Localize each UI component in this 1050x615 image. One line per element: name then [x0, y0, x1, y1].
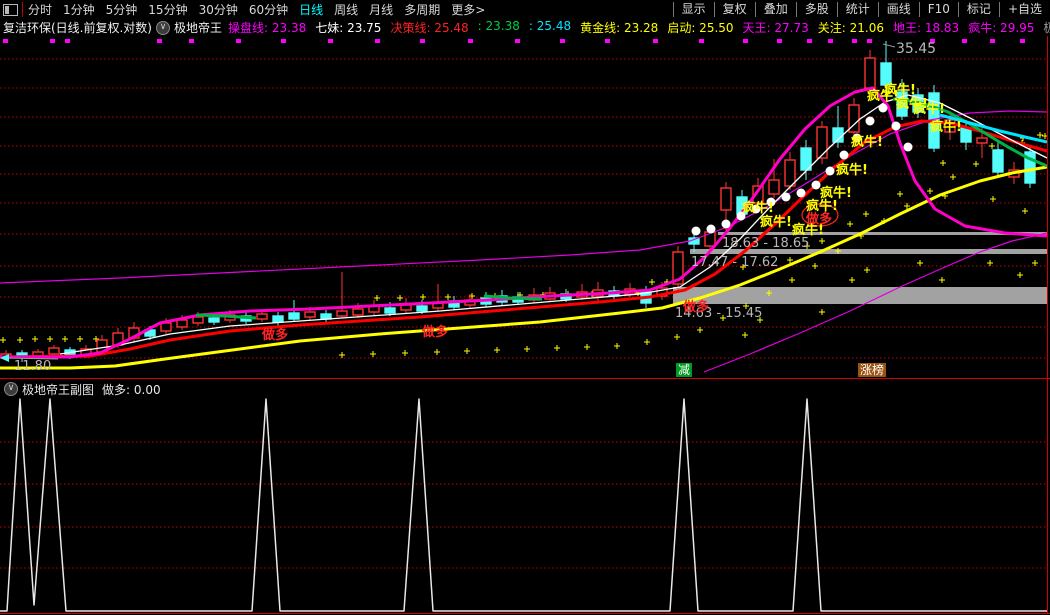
indicator-info-bar: 复洁环保(日线.前复权.对数) ∨ 极地帝王 操盘线: 23.38 七妹: 23.…	[0, 19, 1050, 36]
ma-lines-layer	[0, 86, 1048, 373]
indicator-value-4: : 25.48	[528, 19, 572, 33]
subchart-grid-layer	[0, 441, 1047, 569]
display-button[interactable]: 显示	[672, 2, 714, 17]
multi-stock-button[interactable]: 多股	[795, 2, 837, 17]
period-tab-10[interactable]: 更多>	[451, 1, 485, 18]
subchart-collapse-icon[interactable]: ∨	[4, 382, 18, 396]
period-tab-0[interactable]: 分时	[28, 1, 52, 18]
indicator-value-7: 天王: 27.73	[742, 21, 809, 35]
period-tabs: 分时 1分钟 5分钟 15分钟 30分钟 60分钟 日线 周线 月线 多周期 更多>	[28, 1, 485, 18]
draw-line-button[interactable]: 画线	[877, 2, 919, 17]
indicator-value-10: 疯牛: 29.95	[968, 21, 1035, 35]
support-zone-layer	[673, 232, 1047, 304]
subchart-header: ∨ 极地帝王副图 做多: 0.00	[0, 381, 1050, 397]
period-tab-9[interactable]: 多周期	[404, 1, 440, 18]
indicator-value-2: 决策线: 25.48	[390, 21, 469, 35]
indicator-name: 极地帝王	[174, 21, 223, 35]
indicator-value-3: : 23.38	[477, 19, 520, 33]
grid-layer	[0, 58, 1047, 359]
overlay-button[interactable]: 叠加	[754, 2, 796, 17]
indicator-value-9: 地王: 18.83	[892, 21, 960, 35]
envelope-upper	[0, 110, 1048, 284]
new-high-dots-layer	[3, 39, 1025, 43]
candles-layer	[0, 41, 1036, 362]
indicator-value-6: 启动: 25.50	[667, 21, 734, 35]
period-tab-6[interactable]: 日线	[299, 1, 323, 18]
indicator-value-11: 极地: 16.61	[1043, 21, 1050, 35]
period-tab-5[interactable]: 60分钟	[249, 1, 288, 18]
top-toolbar: 分时 1分钟 5分钟 15分钟 30分钟 60分钟 日线 周线 月线 多周期 更多> 显示 复权 叠加多…	[0, 0, 1050, 19]
indicator-value-0: 操盘线: 23.38	[228, 21, 307, 35]
signal-spikes-layer	[0, 398, 1047, 612]
subchart-value: 做多: 0.00	[102, 382, 161, 397]
period-tab-3[interactable]: 15分钟	[148, 1, 187, 18]
adjust-button[interactable]: 复权	[713, 2, 755, 17]
indicator-value-8: 关注: 21.06	[817, 21, 884, 35]
stock-title: 复洁环保(日线.前复权.对数)	[3, 21, 152, 35]
mark-button[interactable]: 标记	[957, 2, 999, 17]
bottom-border	[0, 613, 1050, 614]
toolbar-separator	[22, 2, 23, 17]
collapse-icon[interactable]: ∨	[156, 20, 170, 35]
golden-line	[0, 165, 1048, 370]
decision-line	[0, 119, 1048, 359]
add-watchlist-button[interactable]: +自选	[998, 2, 1050, 17]
main-chart-bottom-border	[0, 378, 1050, 379]
subchart-area[interactable]	[0, 397, 1050, 613]
toolbar-right-buttons: 显示 复权 叠加 多股 统计 画线 F10 标记 +自选	[672, 0, 1050, 19]
subchart-canvas	[0, 398, 1047, 612]
main-chart-area[interactable]: 35.45 18.63 - 18.65 17.47 - 17.62 14.63 - 1…	[0, 36, 1050, 379]
indicator-values: 操盘线: 23.38 七妹: 23.75 决策线: 25.48 : 23.38 : 25…	[228, 19, 1050, 36]
window-icon[interactable]	[3, 3, 18, 16]
period-tab-1[interactable]: 1分钟	[63, 1, 95, 18]
indicator-value-5: 黄金线: 23.28	[580, 21, 659, 35]
buy-circle-scribble	[801, 203, 839, 227]
period-tab-2[interactable]: 5分钟	[106, 1, 138, 18]
period-tab-7[interactable]: 周线	[334, 1, 358, 18]
period-tab-8[interactable]: 月线	[369, 1, 393, 18]
period-tab-4[interactable]: 30分钟	[199, 1, 238, 18]
statistics-button[interactable]: 统计	[836, 2, 878, 17]
trading-app-window: 分时 1分钟 5分钟 15分钟 30分钟 60分钟 日线 周线 月线 多周期 更多> 显示 复权 叠加多…	[0, 0, 1050, 615]
right-border	[1047, 36, 1048, 614]
indicator-value-1: 七妹: 23.75	[315, 21, 382, 35]
subchart-title: 极地帝王副图	[22, 382, 95, 397]
main-chart-canvas	[0, 39, 1048, 373]
f10-button[interactable]: F10	[918, 2, 958, 17]
